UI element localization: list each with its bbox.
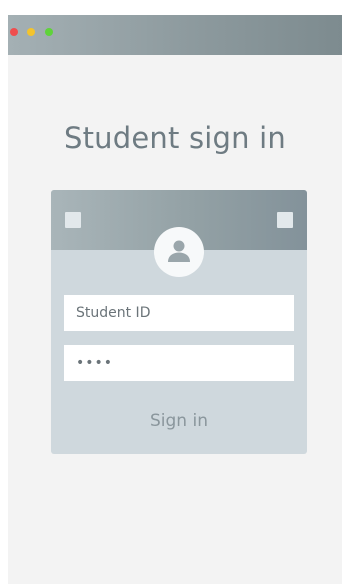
minimize-window-icon[interactable] bbox=[27, 28, 35, 36]
avatar bbox=[154, 227, 204, 277]
sign-in-button[interactable]: Sign in bbox=[51, 403, 307, 439]
user-icon bbox=[168, 240, 190, 262]
app-window: Student sign in Sign in bbox=[8, 15, 342, 584]
password-input[interactable] bbox=[64, 345, 294, 381]
right-square-icon bbox=[277, 212, 293, 228]
left-square-icon bbox=[65, 212, 81, 228]
page-title: Student sign in bbox=[64, 121, 286, 155]
maximize-window-icon[interactable] bbox=[45, 28, 53, 36]
sign-in-card: Sign in bbox=[51, 190, 307, 454]
title-bar bbox=[8, 15, 342, 55]
close-window-icon[interactable] bbox=[10, 28, 18, 36]
student-id-input[interactable] bbox=[64, 295, 294, 331]
